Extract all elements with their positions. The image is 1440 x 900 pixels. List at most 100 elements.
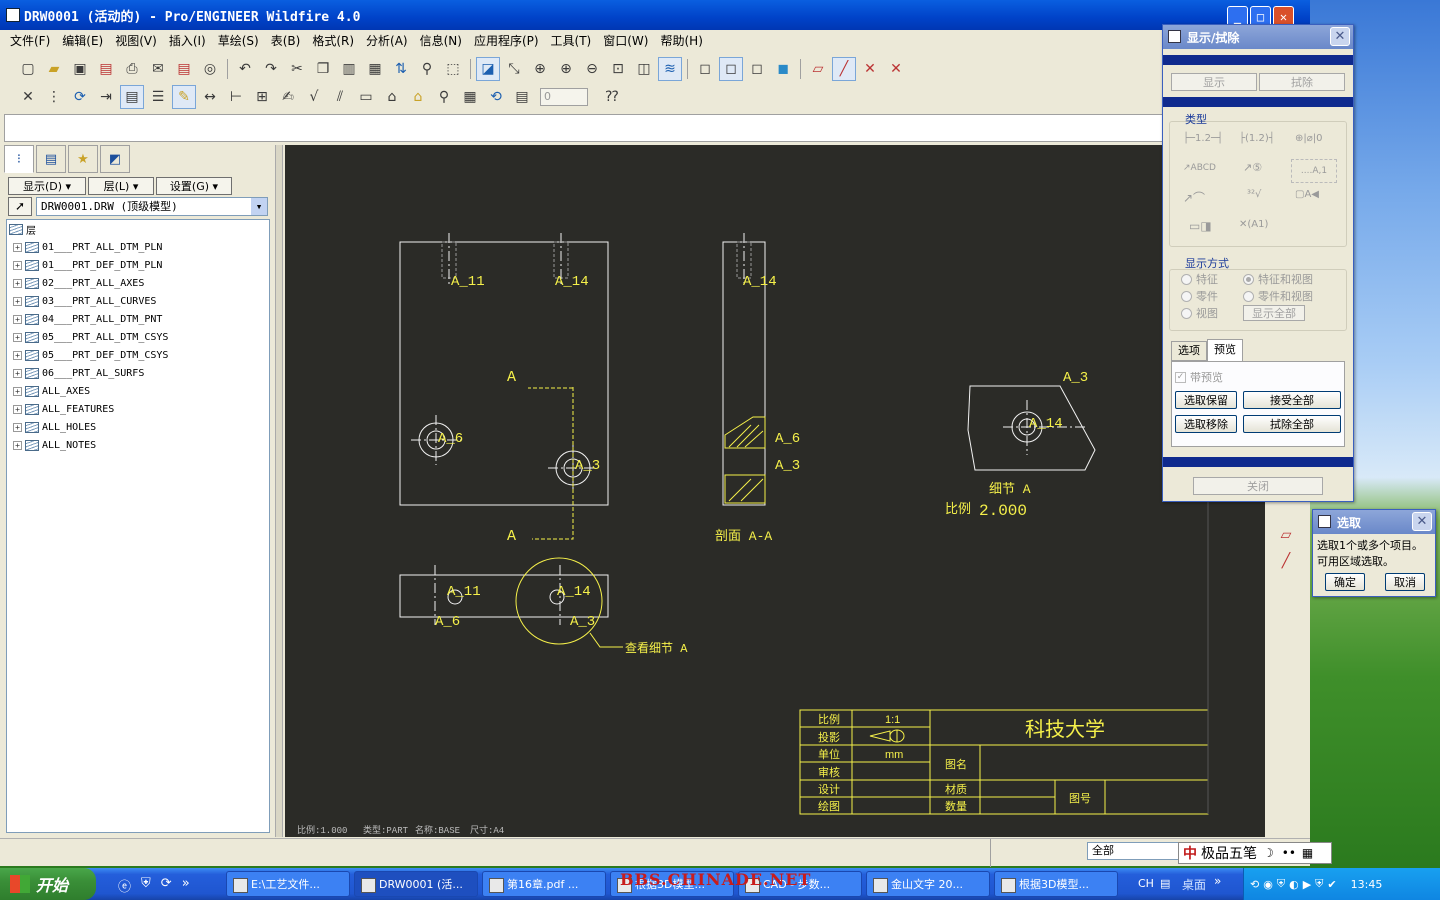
menu-sketch[interactable]: 草绘(S) — [212, 32, 265, 49]
expand-icon[interactable]: + — [13, 242, 22, 252]
tree-item[interactable]: +01___PRT_ALL_DTM_PLN — [7, 238, 269, 256]
radio-feature[interactable]: 特征 — [1181, 271, 1218, 287]
tray-icon-7[interactable]: ✔ — [1327, 878, 1336, 891]
ime-logo-icon[interactable]: 中 — [1179, 843, 1201, 863]
show-erase-icon[interactable]: ✎ — [172, 85, 196, 109]
menu-tools[interactable]: 工具(T) — [545, 32, 598, 49]
copy-icon[interactable]: ❐ — [311, 57, 335, 81]
regenerate-icon[interactable]: ⇅ — [389, 57, 413, 81]
symbol-icon[interactable]: ⌂ — [380, 85, 404, 109]
surface-finish-icon[interactable]: √ — [302, 85, 326, 109]
send-link-icon[interactable]: ◎ — [198, 57, 222, 81]
window-titlebar[interactable]: DRW0001 (活动的) - Pro/ENGINEER Wildfire 4.… — [0, 0, 1310, 30]
properties-icon[interactable]: ⋮ — [42, 85, 66, 109]
desktop-toolbar[interactable]: 桌面 — [1182, 876, 1206, 893]
accept-all-button[interactable]: 接受全部 — [1243, 391, 1341, 409]
type-datum-target-icon[interactable]: ▢A◀ — [1295, 189, 1319, 200]
menu-applications[interactable]: 应用程序(P) — [468, 32, 545, 49]
select-dialog-titlebar[interactable]: 选取 ✕ — [1313, 510, 1435, 534]
select-cancel-button[interactable]: 取消 — [1385, 573, 1425, 591]
expand-icon[interactable]: + — [13, 350, 22, 360]
lang-keyboard-icon[interactable]: ▤ — [1160, 877, 1170, 890]
menu-insert[interactable]: 插入(I) — [163, 32, 212, 49]
type-ref-dimension-icon[interactable]: ├(1.2)┤ — [1239, 133, 1275, 144]
menu-format[interactable]: 格式(R) — [306, 32, 360, 49]
erase-button[interactable]: 拭除 — [1259, 73, 1345, 91]
datum-axis-icon[interactable]: ╱ — [832, 57, 856, 81]
task-folder-2[interactable]: 根据3D模型... — [994, 871, 1118, 897]
redo-icon[interactable]: ↷ — [259, 57, 283, 81]
tree-item[interactable]: + ALL_AXES — [7, 382, 269, 400]
dialog-close-icon[interactable]: ✕ — [1330, 27, 1350, 46]
shading-icon[interactable]: ◼ — [771, 57, 795, 81]
with-preview-checkbox[interactable]: ✓ 带预览 — [1175, 369, 1223, 385]
tree-item[interactable]: +01___PRT_DEF_DTM_PLN — [7, 256, 269, 274]
expand-icon[interactable]: + — [13, 404, 22, 414]
select-remove-button[interactable]: 选取移除 — [1175, 415, 1237, 433]
task-folder[interactable]: E:\工艺文件... — [226, 871, 350, 897]
menu-analysis[interactable]: 分析(A) — [360, 32, 414, 49]
tab-favorites[interactable]: ★ — [68, 145, 98, 173]
datum-label-icon[interactable]: ▭ — [354, 85, 378, 109]
layers-icon[interactable]: ≋ — [658, 57, 682, 81]
show-dropdown[interactable]: 显示(D) ▾ — [8, 177, 86, 195]
save-icon[interactable]: ▣ — [68, 57, 92, 81]
no-hidden-icon[interactable]: ◻ — [745, 57, 769, 81]
task-pdf[interactable]: 第16章.pdf ... — [482, 871, 606, 897]
wireframe-icon[interactable]: ◻ — [693, 57, 717, 81]
type-balloon-icon[interactable]: ↗⑤ — [1243, 161, 1262, 174]
update-sheets-icon[interactable]: ⟳ — [68, 85, 92, 109]
datum-point-icon[interactable]: ✕ — [858, 57, 882, 81]
tab-connections[interactable]: ◩ — [100, 145, 130, 173]
type-axis-icon[interactable]: ....A,1 — [1291, 159, 1337, 183]
open-folder-icon[interactable]: ▰ — [42, 57, 66, 81]
start-button[interactable]: 开始 — [0, 868, 96, 900]
tree-root[interactable]: 层 — [7, 220, 269, 238]
drawing-canvas[interactable]: A_11 A_14 A_14 A A A_6 A_3 A_6 A_3 剖面 A-… — [285, 145, 1265, 837]
refit-icon[interactable]: ⊡ — [606, 57, 630, 81]
cut-icon[interactable]: ✂ — [285, 57, 309, 81]
menu-window[interactable]: 窗口(W) — [597, 32, 654, 49]
undo-icon[interactable]: ↶ — [233, 57, 257, 81]
expand-icon[interactable]: + — [13, 422, 22, 432]
tree-item[interactable]: +03___PRT_ALL_CURVES — [7, 292, 269, 310]
desktop-chevron-icon[interactable]: » — [1214, 874, 1221, 888]
ime-label[interactable]: 极品五笔 — [1201, 843, 1257, 863]
axis-tool-icon[interactable]: ╱ — [1274, 549, 1298, 573]
erase-all-button[interactable]: 拭除全部 — [1243, 415, 1341, 433]
model-combo[interactable]: DRW0001.DRW (顶级模型) — [36, 197, 268, 216]
orient-icon[interactable]: ⤡ — [502, 57, 526, 81]
menu-edit[interactable]: 编辑(E) — [56, 32, 109, 49]
rotate-table-icon[interactable]: ⟲ — [484, 85, 508, 109]
search-tool-icon[interactable]: ⚲ — [415, 57, 439, 81]
refresh-icon[interactable]: ⟳ — [161, 876, 172, 895]
lock-view-icon[interactable]: ▤ — [120, 85, 144, 109]
tree-item[interactable]: + ALL_FEATURES — [7, 400, 269, 418]
tab-preview[interactable]: 预览 — [1207, 339, 1243, 361]
tray-icon-4[interactable]: ◐ — [1289, 878, 1299, 891]
csys-icon[interactable]: ✕ — [884, 57, 908, 81]
note-icon[interactable]: ✍ — [276, 85, 300, 109]
select-ok-button[interactable]: 确定 — [1325, 573, 1365, 591]
zoom-fit-icon[interactable]: ⊕ — [528, 57, 552, 81]
delete-icon[interactable]: ✕ — [16, 85, 40, 109]
tree-item[interactable]: +02___PRT_ALL_AXES — [7, 274, 269, 292]
save-copy-icon[interactable]: ▤ — [94, 57, 118, 81]
menu-file[interactable]: 文件(F) — [4, 32, 56, 49]
expand-icon[interactable]: + — [13, 314, 22, 324]
tray-icon-6[interactable]: ⛨ — [1315, 877, 1323, 891]
expand-icon[interactable]: + — [13, 368, 22, 378]
repaint-icon[interactable]: ◪ — [476, 57, 500, 81]
tree-item[interactable]: + ALL_HOLES — [7, 418, 269, 436]
send-mail-icon[interactable]: ✉ — [146, 57, 170, 81]
task-proe[interactable]: DRW0001 (活... — [354, 871, 478, 897]
menu-table[interactable]: 表(B) — [265, 32, 307, 49]
ime-moon-icon[interactable]: ☽ — [1263, 846, 1274, 860]
context-help-icon[interactable]: ⁇ — [600, 85, 624, 109]
expand-icon[interactable]: + — [13, 278, 22, 288]
plane-tool-icon[interactable]: ▱ — [1274, 523, 1298, 547]
ordinate-icon[interactable]: ⊞ — [250, 85, 274, 109]
panel-splitter[interactable] — [275, 145, 283, 837]
tree-item[interactable]: +05___PRT_DEF_DTM_CSYS — [7, 346, 269, 364]
radio-feature-view[interactable]: 特征和视图 — [1243, 271, 1313, 287]
